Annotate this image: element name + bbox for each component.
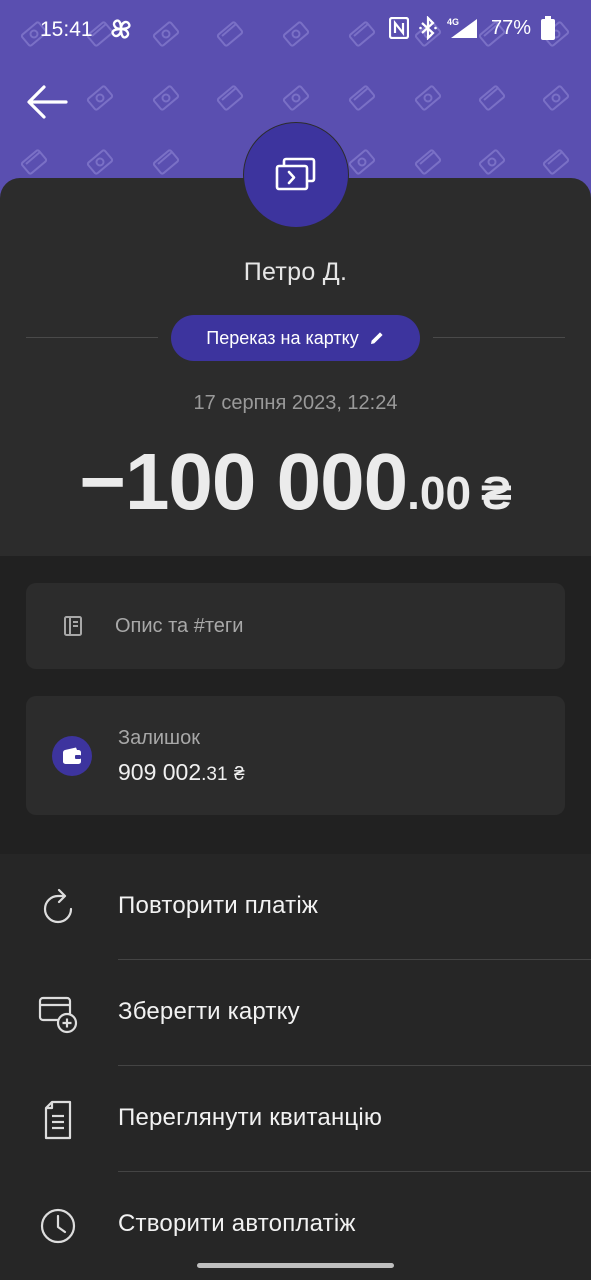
balance-cents: .31: [201, 764, 228, 785]
back-button[interactable]: [22, 80, 72, 124]
transfer-type-label: Переказ на картку: [206, 327, 359, 348]
view-receipt-button[interactable]: Переглянути квитанцію: [0, 1066, 591, 1172]
repeat-payment-label: Повторити платіж: [118, 892, 319, 919]
divider-right: [433, 337, 565, 338]
save-card-button[interactable]: Зберегти картку: [0, 960, 591, 1066]
transfer-type-button[interactable]: Переказ на картку: [171, 315, 420, 361]
actions-list: Повторити платіж Зберегти картку Перегля…: [0, 854, 591, 1280]
save-card-label: Зберегти картку: [118, 998, 300, 1025]
transaction-amount: −100 000.00 ₴: [0, 436, 591, 528]
description-placeholder: Опис та #теги: [115, 615, 244, 637]
divider-left: [26, 337, 158, 338]
card-transfer-icon: [275, 157, 316, 191]
balance-card: Залишок 909 002.31 ₴: [26, 696, 565, 815]
clock-icon: [40, 1208, 76, 1244]
amount-cents: .00: [407, 467, 472, 519]
notes-icon: [64, 616, 82, 636]
bluetooth-icon: [419, 16, 437, 40]
view-receipt-label: Переглянути квитанцію: [118, 1104, 383, 1131]
amount-currency: ₴: [481, 467, 512, 519]
status-bar: 15:41 4G 77%: [0, 0, 591, 62]
create-autopayment-label: Створити автоплатіж: [118, 1210, 356, 1237]
wallet-icon: [52, 736, 92, 776]
add-card-icon: [38, 996, 78, 1034]
gesture-nav-handle[interactable]: [197, 1263, 394, 1268]
balance-main: 909 002: [118, 759, 202, 785]
status-icons: 4G 77%: [388, 16, 555, 40]
repeat-icon: [43, 888, 73, 924]
recipient-avatar: [243, 122, 349, 228]
description-field[interactable]: Опис та #теги: [26, 583, 565, 669]
repeat-payment-button[interactable]: Повторити платіж: [0, 854, 591, 960]
balance-currency: ₴: [233, 764, 245, 785]
pencil-icon: [370, 332, 383, 344]
balance-label: Залишок: [118, 727, 200, 749]
nfc-icon: [388, 17, 409, 39]
pinwheel-icon: [111, 19, 131, 39]
signal-icon: 4G: [447, 17, 477, 38]
battery-percent: 77%: [490, 16, 531, 39]
transaction-datetime: 17 серпня 2023, 12:24: [193, 392, 398, 414]
svg-text:4G: 4G: [447, 17, 459, 27]
balance-value: 909 002.31 ₴: [118, 759, 245, 786]
receipt-icon: [44, 1100, 72, 1140]
status-time: 15:41: [40, 18, 93, 41]
amount-main: −100 000: [79, 437, 408, 526]
battery-icon: [541, 16, 555, 40]
recipient-name: Петро Д.: [243, 258, 348, 286]
arrow-left-icon: [27, 85, 68, 119]
